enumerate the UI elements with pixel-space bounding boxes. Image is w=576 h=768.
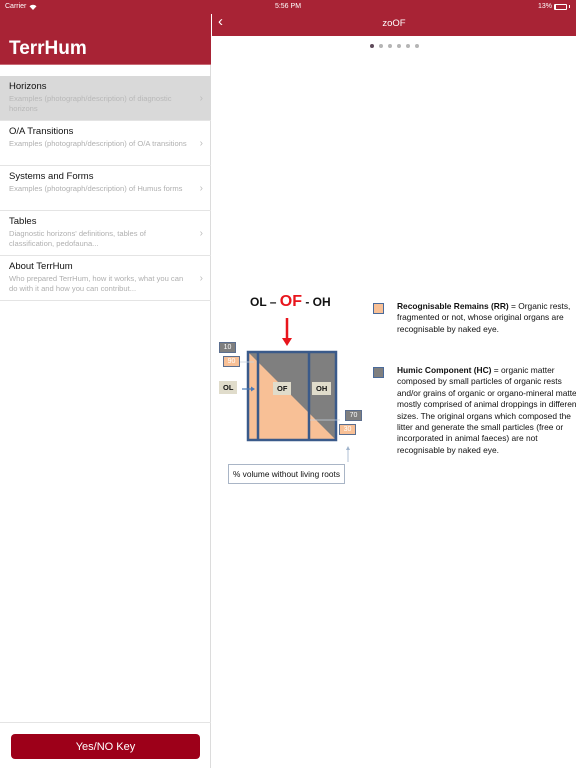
hc-value-top: 10 — [219, 342, 236, 353]
menu-item-oa-transitions[interactable]: O/A Transitions Examples (photograph/des… — [0, 121, 211, 166]
label-of: OF — [273, 382, 292, 395]
yes-no-key-button[interactable]: Yes/NO Key — [11, 734, 200, 759]
diagram-graphic — [240, 318, 350, 462]
status-carrier: Carrier — [5, 3, 37, 10]
hc-swatch — [373, 367, 384, 378]
label-oh: OH — [312, 382, 332, 395]
menu-item-subtitle: Examples (photograph/description) of dia… — [9, 94, 172, 113]
chevron-right-icon: › — [199, 138, 203, 149]
page-dot[interactable] — [378, 44, 383, 48]
legend-definition: = organic matter composed by small parti… — [397, 365, 576, 455]
app-title: TerrHum — [9, 38, 87, 59]
status-time: 5:56 PM — [274, 3, 302, 10]
menu-item-systems-and-forms[interactable]: Systems and Forms Examples (photograph/d… — [0, 166, 211, 211]
chevron-right-icon: › — [199, 273, 203, 284]
wifi-icon — [29, 4, 37, 10]
menu-item-title: About TerrHum — [9, 261, 73, 272]
legend-term: Humic Component (HC) — [397, 365, 492, 375]
menu-item-title: Horizons — [9, 81, 47, 92]
menu-item-title: Systems and Forms — [9, 171, 94, 182]
caption-arrow-icon — [346, 446, 350, 462]
legend-hc-text: Humic Component (HC) = organic matter co… — [397, 365, 576, 456]
menu-item-subtitle: Diagnostic horizons' definitions, tables… — [9, 229, 146, 248]
carrier-label: Carrier — [5, 3, 27, 10]
page-dot[interactable] — [369, 44, 374, 48]
rr-value-bottom: 30 — [339, 424, 356, 435]
page-dot[interactable] — [414, 44, 419, 48]
menu-item-horizons[interactable]: Horizons Examples (photograph/descriptio… — [0, 76, 211, 121]
label-ol: OL — [219, 381, 238, 394]
humus-diagram: OL – OF - OH OL OF OH 10 90 70 30 % volu… — [212, 290, 576, 510]
sidebar-footer: Yes/NO Key — [0, 722, 211, 768]
page-dot[interactable] — [405, 44, 410, 48]
chevron-right-icon: › — [199, 183, 203, 194]
battery-icon — [554, 3, 567, 10]
nav-title: zoOF — [382, 18, 406, 29]
menu-item-title: Tables — [9, 216, 37, 227]
legend-rr: Recognisable Remains (RR) = Organic rest… — [373, 301, 576, 335]
chevron-right-icon: › — [199, 228, 203, 239]
status-battery: 13% — [538, 3, 570, 10]
down-arrow-icon — [282, 318, 292, 346]
hc-value-bottom: 70 — [345, 410, 362, 421]
page-dot[interactable] — [396, 44, 401, 48]
menu-item-subtitle: Examples (photograph/description) of Hum… — [9, 184, 183, 193]
menu-list: Horizons Examples (photograph/descriptio… — [0, 76, 211, 301]
chevron-right-icon: › — [199, 93, 203, 104]
menu-item-subtitle: Who prepared TerrHum, how it works, what… — [9, 274, 184, 293]
menu-item-about[interactable]: About TerrHum Who prepared TerrHum, how … — [0, 256, 211, 301]
menu-item-tables[interactable]: Tables Diagnostic horizons' definitions,… — [0, 211, 211, 256]
status-bar: Carrier 5:56 PM 13% — [0, 0, 576, 14]
menu-item-subtitle: Examples (photograph/description) of O/A… — [9, 139, 187, 148]
battery-percent: 13% — [537, 3, 552, 10]
legend-term: Recognisable Remains (RR) — [397, 301, 509, 311]
rr-swatch — [373, 303, 384, 314]
menu-item-title: O/A Transitions — [9, 126, 74, 137]
horizon-square — [246, 350, 338, 442]
rr-value-top: 90 — [223, 356, 240, 367]
legend-rr-text: Recognisable Remains (RR) = Organic rest… — [397, 301, 576, 335]
page-indicator[interactable] — [212, 44, 576, 48]
detail-pane: ‹ zoOF OL – OF - OH OL OF OH 10 90 70 30… — [212, 0, 576, 768]
legend-hc: Humic Component (HC) = organic matter co… — [373, 365, 576, 456]
volume-caption: % volume without living roots — [228, 464, 345, 484]
page-dot[interactable] — [387, 44, 392, 48]
sidebar: TerrHum Horizons Examples (photograph/de… — [0, 0, 211, 768]
